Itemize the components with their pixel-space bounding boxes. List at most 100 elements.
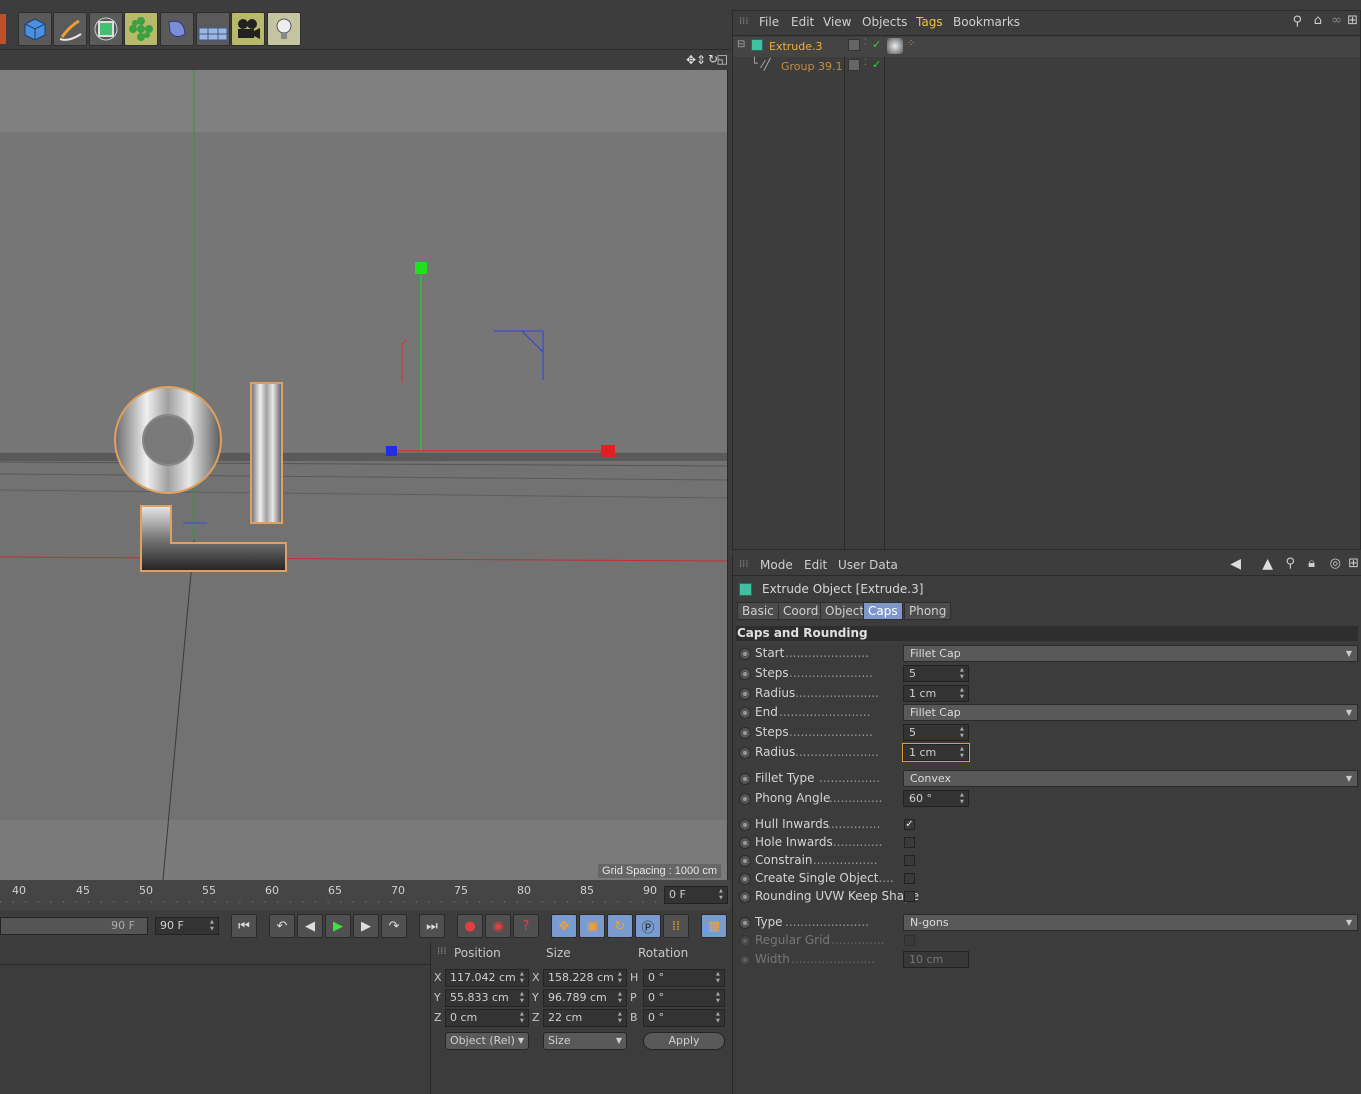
pen-icon[interactable] xyxy=(53,12,87,46)
panel-grip-icon[interactable]: ⁞⁞⁞ xyxy=(437,946,447,957)
key-scale-icon[interactable]: ▣ xyxy=(579,914,605,938)
start-steps-field[interactable]: 5 xyxy=(903,665,969,682)
subdivision-icon[interactable] xyxy=(89,12,123,46)
animate-radio[interactable] xyxy=(739,747,751,759)
camera-icon[interactable] xyxy=(231,12,265,46)
animate-radio[interactable] xyxy=(739,837,751,849)
target-icon[interactable]: ◎ xyxy=(1330,556,1341,571)
layer-icon[interactable] xyxy=(848,59,860,71)
current-frame-field[interactable]: 0 F xyxy=(664,886,728,904)
keyframe-help-icon[interactable]: ? xyxy=(513,914,539,938)
go-to-start-icon[interactable]: ⏮ xyxy=(231,914,257,938)
play-icon[interactable]: ▶ xyxy=(325,914,351,938)
key-rotation-icon[interactable]: ↻ xyxy=(607,914,633,938)
lock-icon[interactable]: 🔒︎ xyxy=(1308,556,1315,571)
panel-grip-icon[interactable]: ⁞⁞⁞ xyxy=(739,559,749,570)
hull-inwards-checkbox[interactable]: ✓ xyxy=(904,819,915,830)
collapse-icon[interactable]: ⊟ xyxy=(737,39,745,50)
key-position-icon[interactable]: ✥ xyxy=(551,914,577,938)
up-arrow-icon[interactable]: ▲ xyxy=(1262,556,1273,572)
animate-radio[interactable] xyxy=(739,819,751,831)
animate-radio[interactable] xyxy=(739,688,751,700)
previous-key-icon[interactable]: ↶ xyxy=(269,914,295,938)
menu-bookmarks[interactable]: Bookmarks xyxy=(953,15,1020,29)
end-radius-field[interactable]: 1 cm xyxy=(902,743,970,762)
floor-icon[interactable] xyxy=(196,12,230,46)
animate-radio[interactable] xyxy=(739,648,751,660)
position-z-field[interactable]: 0 cm xyxy=(445,1009,529,1027)
cloner-icon[interactable] xyxy=(124,12,158,46)
new-window-icon[interactable]: ⊞ xyxy=(1347,13,1358,28)
animate-radio[interactable] xyxy=(739,793,751,805)
tab-caps[interactable]: Caps xyxy=(863,602,903,620)
position-x-field[interactable]: 117.042 cm xyxy=(445,969,529,987)
create-single-object-checkbox[interactable] xyxy=(904,873,915,884)
toolbar-edge-icon[interactable] xyxy=(0,14,6,44)
end-cap-select[interactable]: Fillet Cap xyxy=(903,704,1358,721)
size-y-field[interactable]: 96.789 cm xyxy=(543,989,627,1007)
menu-user-data[interactable]: User Data xyxy=(838,558,898,572)
animate-radio[interactable] xyxy=(739,917,751,929)
timeline-ruler[interactable]: 40 45 50 55 60 65 70 75 80 85 90 0 F xyxy=(0,880,730,910)
size-mode-select[interactable]: Size ▼ xyxy=(543,1032,627,1050)
phong-angle-field[interactable]: 60 ° xyxy=(903,790,969,807)
rotation-p-field[interactable]: 0 ° xyxy=(643,989,725,1007)
tab-basic[interactable]: Basic xyxy=(737,602,779,620)
next-key-icon[interactable]: ↷ xyxy=(381,914,407,938)
menu-edit[interactable]: Edit xyxy=(791,15,814,29)
menu-objects[interactable]: Objects xyxy=(862,15,907,29)
animate-radio[interactable] xyxy=(739,727,751,739)
go-to-end-icon[interactable]: ⏭ xyxy=(419,914,445,938)
animate-radio[interactable] xyxy=(739,668,751,680)
search-icon[interactable]: ⚲ xyxy=(1292,14,1302,29)
object-name[interactable]: Extrude.3 xyxy=(769,40,823,53)
menu-file[interactable]: File xyxy=(759,15,779,29)
frame-range-slider[interactable]: 90 F xyxy=(0,917,148,935)
size-x-field[interactable]: 158.228 cm xyxy=(543,969,627,987)
phong-tag-icon[interactable]: ⁘ xyxy=(907,38,915,49)
enabled-check-icon[interactable]: ✓ xyxy=(872,58,881,71)
enabled-check-icon[interactable]: ✓ xyxy=(872,38,881,51)
coordinate-mode-select[interactable]: Object (Rel) ▼ xyxy=(445,1032,529,1050)
animate-radio[interactable] xyxy=(739,873,751,885)
menu-tags[interactable]: Tags xyxy=(916,15,943,29)
visibility-dots-icon[interactable]: ⁚ xyxy=(864,58,867,68)
animate-radio[interactable] xyxy=(739,855,751,867)
menu-mode[interactable]: Mode xyxy=(760,558,793,572)
search-icon[interactable]: ⚲ xyxy=(1285,556,1295,571)
home-icon[interactable]: ⌂ xyxy=(1314,13,1322,28)
link-icon[interactable]: ∞ xyxy=(1331,13,1342,28)
rounding-uvw-checkbox[interactable] xyxy=(904,891,915,902)
menu-view[interactable]: View xyxy=(823,15,851,29)
tab-phong[interactable]: Phong xyxy=(904,602,952,620)
rotation-h-field[interactable]: 0 ° xyxy=(643,969,725,987)
timeline-window-icon[interactable]: ▦ xyxy=(701,914,727,938)
previous-frame-icon[interactable]: ◀ xyxy=(297,914,323,938)
material-tag-icon[interactable] xyxy=(887,38,903,54)
start-cap-select[interactable]: Fillet Cap xyxy=(903,645,1358,662)
apply-button[interactable]: Apply xyxy=(643,1032,725,1050)
panel-grip-icon[interactable]: ⁞⁞⁞ xyxy=(739,16,749,27)
fillet-type-select[interactable]: Convex xyxy=(903,770,1358,787)
layer-icon[interactable] xyxy=(848,39,860,51)
object-row[interactable]: ⊟ Extrude.3 ⁚ ✓ ⁘ xyxy=(733,37,1360,57)
light-icon[interactable] xyxy=(267,12,301,46)
viewport-move-icon[interactable]: ✥ xyxy=(686,53,696,67)
key-points-icon[interactable]: ⁞⁞ xyxy=(663,914,689,938)
viewport-maximize-icon[interactable]: ◱ xyxy=(717,52,728,66)
3d-viewport[interactable]: Grid Spacing : 1000 cm xyxy=(0,70,728,880)
cube-icon[interactable] xyxy=(18,12,52,46)
viewport-zoom-icon[interactable]: ⇕ xyxy=(696,53,706,67)
mesh-type-select[interactable]: N-gons xyxy=(903,914,1358,931)
visibility-dots-icon[interactable]: ⁚ xyxy=(864,38,867,48)
size-z-field[interactable]: 22 cm xyxy=(543,1009,627,1027)
end-frame-field[interactable]: 90 F xyxy=(155,917,219,935)
start-radius-field[interactable]: 1 cm xyxy=(903,685,969,702)
position-y-field[interactable]: 55.833 cm xyxy=(445,989,529,1007)
rotation-b-field[interactable]: 0 ° xyxy=(643,1009,725,1027)
record-icon[interactable]: ● xyxy=(457,914,483,938)
menu-edit[interactable]: Edit xyxy=(804,558,827,572)
next-frame-icon[interactable]: ▶ xyxy=(353,914,379,938)
constrain-checkbox[interactable] xyxy=(904,855,915,866)
object-name[interactable]: Group 39.1 xyxy=(781,60,842,73)
